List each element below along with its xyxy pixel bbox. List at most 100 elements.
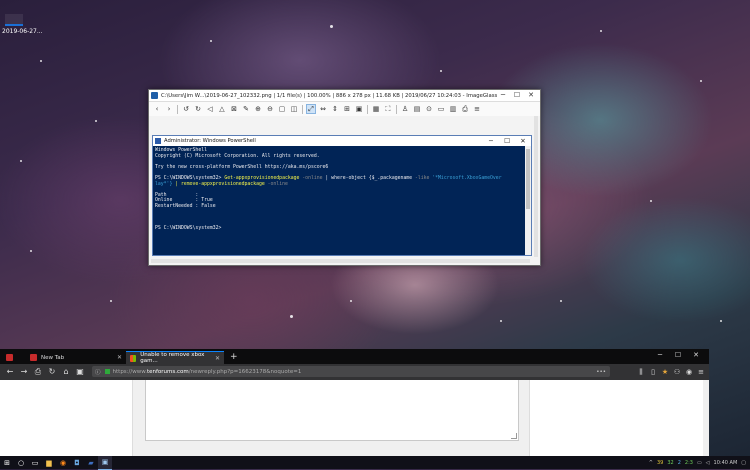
toolbar-divider — [396, 104, 397, 114]
close-button[interactable]: ✕ — [687, 349, 705, 362]
lock-icon[interactable] — [104, 369, 110, 374]
checkerboard-icon[interactable]: ▦ — [372, 105, 380, 113]
firefox-window[interactable]: New Tab ✕ Unable to remove xbox gam... ✕… — [0, 349, 709, 456]
tab-new-tab[interactable]: New Tab ✕ — [26, 351, 126, 364]
maximize-button[interactable]: ☐ — [510, 90, 524, 101]
extension-icon[interactable]: ★ — [661, 368, 669, 376]
page-content — [0, 380, 709, 456]
url-bar[interactable]: ⓘ https://www. tenforums.com/newreply.php… — [92, 366, 610, 377]
horizontal-scrollbar[interactable] — [151, 259, 530, 263]
imageglass-taskbar-icon[interactable]: ▣ — [98, 455, 112, 470]
desktop-file-icon[interactable]: 2019-06-27... — [2, 14, 43, 35]
clock[interactable]: 10:40 AM — [714, 460, 738, 466]
lock-zoom-icon[interactable]: ◫ — [290, 105, 298, 113]
print-icon[interactable]: ⎙ — [461, 105, 469, 113]
star — [500, 320, 502, 322]
page-actions-icon[interactable]: ••• — [596, 369, 606, 375]
rotate-left-icon[interactable]: ↺ — [182, 105, 190, 113]
page-scrollbar[interactable] — [703, 380, 709, 456]
scale-height-icon[interactable]: ⇕ — [331, 105, 339, 113]
rotate-right-icon[interactable]: ↻ — [194, 105, 202, 113]
star — [20, 160, 22, 162]
back-icon[interactable]: ← — [6, 364, 14, 380]
notifications-icon[interactable]: ▢ — [741, 460, 746, 466]
menu-icon[interactable]: ≡ — [473, 105, 481, 113]
tray-chevron-icon[interactable]: ^ — [649, 460, 653, 466]
url-path: /newreply.php?p=16623178&noquote=1 — [188, 368, 302, 375]
ps-maximize-icon: ☐ — [504, 137, 510, 145]
tray-count[interactable]: 39 — [657, 460, 663, 466]
extension-icon[interactable]: ⚇ — [673, 368, 681, 376]
tray-count[interactable]: 2:3 — [685, 460, 693, 466]
scale-to-fit-icon[interactable]: ⊞ — [343, 105, 351, 113]
close-button[interactable]: ✕ — [524, 90, 538, 101]
image-thumbnail-icon — [5, 14, 23, 26]
tab-active[interactable]: Unable to remove xbox gam... ✕ — [126, 351, 224, 364]
task-view-icon[interactable]: ▭ — [28, 456, 42, 469]
star — [720, 320, 722, 322]
desktop-icon-label: 2019-06-27... — [2, 28, 43, 35]
app-icon[interactable]: ◘ — [70, 456, 84, 469]
forward-icon[interactable]: → — [20, 364, 28, 380]
edit-icon[interactable]: ✎ — [242, 105, 250, 113]
menu-icon[interactable]: ≡ — [697, 368, 705, 376]
imageglass-toolbar: ‹ › ↺ ↻ ◁ △ ⊠ ✎ ⊕ ⊖ ▢ ◫ ⤢ ⇔ ⇕ ⊞ ▣ ▦ ⛶ ♙ … — [149, 102, 540, 117]
flip-vertical-icon[interactable]: △ — [218, 105, 226, 113]
reply-textarea[interactable] — [145, 380, 519, 441]
toolbar-divider — [302, 104, 303, 114]
minimize-button[interactable]: ─ — [496, 90, 510, 101]
save-icon[interactable]: ▥ — [449, 105, 457, 113]
back-icon[interactable]: ‹ — [153, 105, 161, 113]
powershell-icon — [155, 138, 161, 144]
sidebar-icon[interactable]: ▯ — [649, 368, 657, 376]
network-icon[interactable]: ▭ — [697, 460, 702, 466]
imageglass-titlebar[interactable]: C:\Users\Jim W...\2019-06-27_102332.png … — [149, 90, 540, 102]
resize-grip-icon[interactable] — [511, 433, 517, 439]
print-icon[interactable]: ⎙ — [34, 364, 42, 380]
close-tab-icon[interactable]: ✕ — [117, 354, 122, 361]
close-tab-icon[interactable]: ✕ — [215, 355, 220, 362]
tenforums-favicon — [30, 354, 37, 361]
search-icon[interactable]: ○ — [14, 456, 28, 469]
scale-width-icon[interactable]: ⇔ — [319, 105, 327, 113]
home-icon[interactable]: ⌂ — [62, 364, 70, 380]
color-picker-icon[interactable]: ⊙ — [425, 105, 433, 113]
info-icon[interactable]: ⓘ — [95, 368, 101, 376]
scale-to-fill-icon[interactable]: ▣ — [355, 105, 363, 113]
cmdlet: Get-appxprovisionedpackage — [224, 175, 300, 181]
start-icon[interactable]: ⊞ — [0, 456, 14, 469]
reply-form — [132, 380, 530, 456]
tab-strip: New Tab ✕ Unable to remove xbox gam... ✕… — [0, 349, 709, 364]
account-icon[interactable]: ◉ — [685, 368, 693, 376]
screenshot-icon[interactable]: ▣ — [76, 364, 84, 380]
tray-count[interactable]: 2 — [678, 460, 681, 466]
new-tab-button[interactable]: + — [230, 351, 238, 364]
powershell-console: Windows PowerShell Copyright (C) Microsof… — [153, 146, 531, 234]
actual-size-icon[interactable]: ▢ — [278, 105, 286, 113]
maximize-button[interactable]: ☐ — [669, 349, 687, 362]
flip-horizontal-icon[interactable]: ◁ — [206, 105, 214, 113]
zoom-out-icon[interactable]: ⊖ — [266, 105, 274, 113]
forward-icon[interactable]: › — [165, 105, 173, 113]
taskbar: ⊞ ○ ▭ ▆ ◉ ◘ ▰ ▣ ^ 39 32 2 2:3 ▭ ◁ 10:40 … — [0, 455, 750, 470]
zoom-in-icon[interactable]: ⊕ — [254, 105, 262, 113]
file-explorer-icon[interactable]: ▆ — [42, 456, 56, 469]
powershell-taskbar-icon[interactable]: ▰ — [84, 456, 98, 469]
fullscreen-icon[interactable]: ⛶ — [384, 105, 392, 113]
thumbnail-icon[interactable]: ▤ — [413, 105, 421, 113]
pinned-tab[interactable] — [0, 351, 26, 364]
reload-icon[interactable]: ↻ — [48, 364, 56, 380]
vertical-scrollbar[interactable] — [534, 116, 538, 257]
firefox-icon[interactable]: ◉ — [56, 456, 70, 469]
open-file-icon[interactable]: ▭ — [437, 105, 445, 113]
imageglass-title: C:\Users\Jim W...\2019-06-27_102332.png … — [161, 92, 498, 99]
slideshow-icon[interactable]: ♙ — [401, 105, 409, 113]
volume-icon[interactable]: ◁ — [706, 460, 710, 466]
navigation-toolbar: ← → ⎙ ↻ ⌂ ▣ ⓘ https://www. tenforums.com /… — [0, 364, 709, 380]
ps-close-icon: ✕ — [520, 137, 526, 145]
library-icon[interactable]: ⫼ — [637, 368, 645, 377]
minimize-button[interactable]: ─ — [651, 349, 669, 362]
auto-zoom-icon[interactable]: ⤢ — [306, 104, 316, 114]
delete-icon[interactable]: ⊠ — [230, 105, 238, 113]
tray-count[interactable]: 32 — [667, 460, 673, 466]
